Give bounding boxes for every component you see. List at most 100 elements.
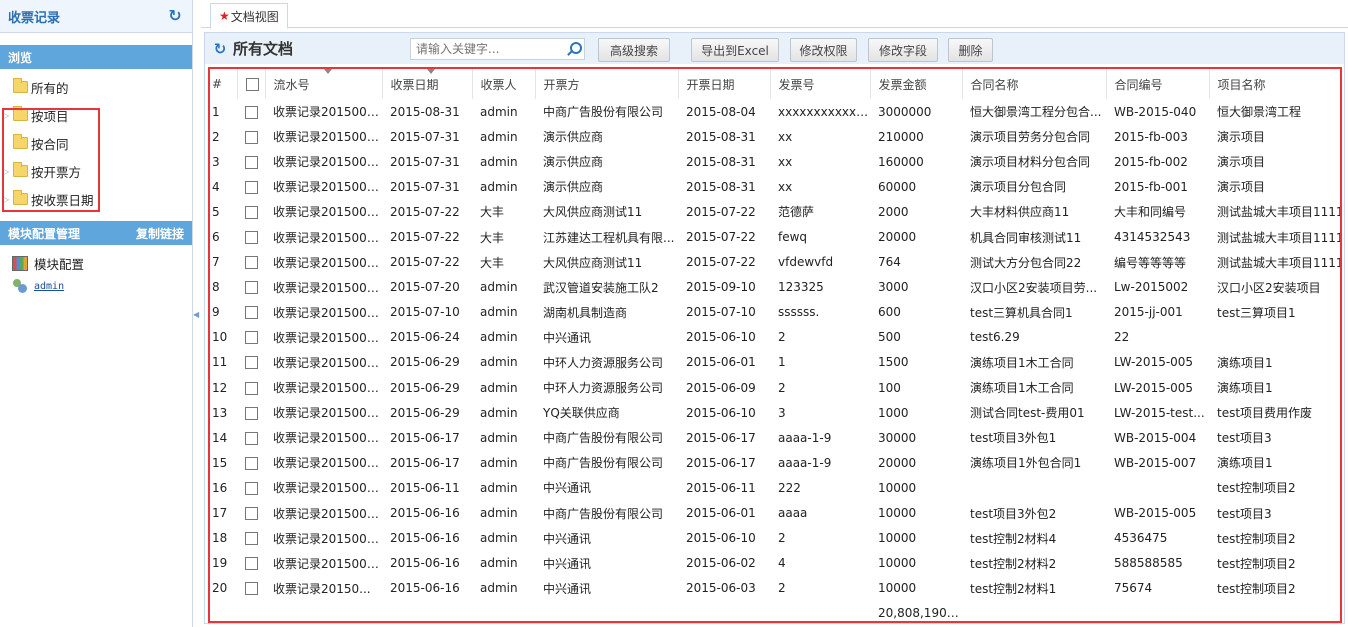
row-checkbox[interactable]: [245, 356, 258, 370]
col-invoice-no-header[interactable]: 发票号: [770, 69, 871, 99]
search-icon[interactable]: [565, 41, 582, 57]
table-row[interactable]: 12 收票记录20150054 2015-06-29 admin 中环人力资源服务公司 2…: [210, 375, 1340, 400]
table-row[interactable]: 16 收票记录20150050 2015-06-11 admin 中兴通讯 2015-06…: [210, 475, 1340, 500]
col-index-cell: 3: [212, 154, 220, 169]
refresh-icon[interactable]: ↻: [166, 7, 184, 25]
row-checkbox[interactable]: [245, 205, 258, 219]
table-row[interactable]: 4 收票记录20150062 2015-07-31 admin 演示供应商 2015-08…: [210, 174, 1340, 199]
row-checkbox[interactable]: [245, 130, 258, 144]
table-row[interactable]: 6 收票记录20150060 2015-07-22 大丰 江苏建达工程机具有限... 20…: [210, 224, 1340, 249]
col-select-header[interactable]: [237, 69, 266, 99]
col-serial-cell: 收票记录20150047: [273, 556, 382, 571]
row-checkbox[interactable]: [245, 406, 258, 420]
table-row[interactable]: 17 收票记录20150049 2015-06-16 admin 中商广告股份有限公司 2…: [210, 501, 1340, 526]
select-all-checkbox[interactable]: [245, 78, 259, 91]
admin-user-item[interactable]: admin: [0, 275, 192, 297]
table-row[interactable]: 11 收票记录20150055 2015-06-29 admin 中环人力资源服务公司 2…: [210, 350, 1340, 375]
row-checkbox[interactable]: [245, 306, 258, 320]
row-checkbox[interactable]: [245, 481, 258, 495]
table-row[interactable]: 10 收票记录20150056 2015-06-24 admin 中兴通讯 2015-06…: [210, 325, 1340, 350]
tree-item-label: 按开票方: [31, 164, 82, 180]
export-excel-button[interactable]: 导出到Excel: [691, 38, 779, 62]
table-row[interactable]: 3 收票记录20150063 2015-07-31 admin 演示供应商 2015-08…: [210, 149, 1340, 174]
row-checkbox[interactable]: [245, 507, 258, 521]
col-issuer-cell: 中商广告股份有限公司: [543, 105, 664, 120]
col-index-cell: 19: [212, 556, 228, 571]
table-row[interactable]: 13 收票记录20150053 2015-06-29 admin YQ关联供应商 2015…: [210, 400, 1340, 425]
row-checkbox[interactable]: [245, 155, 258, 169]
col-issue-date-header[interactable]: 开票日期: [678, 69, 771, 99]
module-config-label: 模块配置: [34, 256, 85, 272]
col-receiver-cell: admin: [480, 556, 518, 571]
edit-field-button[interactable]: 修改字段: [868, 38, 938, 62]
expand-arrow-icon[interactable]: ▷: [3, 111, 13, 120]
col-project-name-cell: test控制项目2: [1217, 556, 1296, 571]
row-checkbox[interactable]: [245, 331, 258, 345]
table-row[interactable]: 19 收票记录20150047 2015-06-16 admin 中兴通讯 2015-06…: [210, 551, 1340, 576]
tree-item[interactable]: ▷ 按项目: [0, 101, 192, 129]
row-checkbox[interactable]: [245, 532, 258, 546]
row-checkbox[interactable]: [245, 381, 258, 395]
col-contract-no-cell: Lw-2015002: [1114, 280, 1189, 295]
col-project-name-cell: 汉口小区2安装项目: [1217, 280, 1321, 295]
tree-item[interactable]: 所有的: [0, 73, 192, 101]
table-row[interactable]: 15 收票记录20150051 2015-06-17 admin 中商广告股份有限公司 2…: [210, 450, 1340, 475]
col-amount-header[interactable]: 发票金额: [870, 69, 963, 99]
row-checkbox[interactable]: [245, 582, 258, 596]
reload-icon[interactable]: ↻: [211, 40, 229, 58]
tree-item[interactable]: 按合同: [0, 129, 192, 157]
table-row[interactable]: 18 收票记录20150048 2015-06-16 admin 中兴通讯 2015-06…: [210, 526, 1340, 551]
advanced-search-button[interactable]: 高级搜索: [598, 38, 670, 62]
edit-permission-button[interactable]: 修改权限: [790, 38, 857, 62]
table-header-row: # 流水号 收票日期 收票人 开票方 开票日期 发票号 发票金额 合同名称 合同编号 项目名称: [210, 69, 1340, 99]
col-project-name-header[interactable]: 项目名称: [1209, 69, 1340, 99]
row-checkbox[interactable]: [245, 431, 258, 445]
table-row[interactable]: 1 收票记录20150065 2015-08-31 admin 中商广告股份有限公司 20…: [210, 99, 1340, 124]
collapse-left-icon[interactable]: ◀: [193, 305, 200, 325]
table-row[interactable]: 8 收票记录20150058 2015-07-20 admin 武汉管道安装施工队2 20…: [210, 275, 1340, 300]
total-row-empty-cell: [1209, 601, 1340, 621]
tree-item-label: 所有的: [31, 80, 69, 96]
total-row-empty-cell: [382, 601, 472, 621]
col-contract-no-header[interactable]: 合同编号: [1106, 69, 1210, 99]
table-row[interactable]: 7 收票记录20150059 2015-07-22 大丰 大风供应商测试11 2015-0…: [210, 250, 1340, 275]
col-contract-name-header[interactable]: 合同名称: [962, 69, 1107, 99]
tree-item[interactable]: ▷ 按收票日期: [0, 185, 192, 213]
row-checkbox[interactable]: [245, 557, 258, 571]
module-config-item[interactable]: 模块配置: [0, 251, 192, 275]
row-checkbox[interactable]: [245, 105, 258, 119]
table-row[interactable]: 5 收票记录20150061 2015-07-22 大丰 大风供应商测试11 2015-0…: [210, 199, 1340, 224]
col-issuer-header[interactable]: 开票方: [535, 69, 679, 99]
table-row[interactable]: 2 收票记录20150064 2015-07-31 admin 演示供应商 2015-08…: [210, 124, 1340, 149]
row-select-cell: [237, 526, 265, 551]
col-contract-no-cell: 2015-jj-001: [1114, 305, 1183, 320]
col-amount-cell: 10000: [878, 581, 917, 596]
col-index-header[interactable]: #: [210, 69, 238, 99]
row-checkbox[interactable]: [245, 180, 258, 194]
tree-item[interactable]: ▷ 按开票方: [0, 157, 192, 185]
table-row[interactable]: 14 收票记录20150052 2015-06-17 admin 中商广告股份有限公司 2…: [210, 425, 1340, 450]
col-receiver-header[interactable]: 收票人: [472, 69, 536, 99]
col-issue-date-cell: 2015-08-04: [686, 104, 756, 119]
col-issue-date-cell: 2015-06-01: [686, 506, 756, 521]
col-invoice-no-cell: fewq: [778, 230, 808, 245]
expand-arrow-icon[interactable]: ▷: [3, 167, 13, 176]
row-checkbox[interactable]: [245, 231, 258, 245]
col-issue-date-cell: 2015-06-09: [686, 380, 756, 395]
total-row-empty-cell: [770, 601, 870, 621]
col-index-cell: 10: [212, 330, 228, 345]
row-checkbox[interactable]: [245, 256, 258, 270]
col-serial-header[interactable]: 流水号: [265, 69, 383, 99]
row-checkbox[interactable]: [245, 281, 258, 295]
tab-document-view[interactable]: ★ 文档视图: [210, 3, 288, 29]
search-input[interactable]: [411, 39, 561, 59]
admin-link[interactable]: admin: [34, 281, 64, 292]
row-checkbox[interactable]: [245, 456, 258, 470]
col-receive-date-header[interactable]: 收票日期: [382, 69, 473, 99]
expand-arrow-icon[interactable]: ▷: [3, 195, 13, 204]
table-row[interactable]: 20 收票记录20150... 2015-06-16 admin 中兴通讯 2015-06…: [210, 576, 1340, 601]
delete-button[interactable]: 删除: [948, 38, 993, 62]
col-issue-date-cell: 2015-06-01: [686, 355, 756, 370]
copy-link-button[interactable]: 复制链接: [136, 225, 184, 242]
table-row[interactable]: 9 收票记录20150057 2015-07-10 admin 湖南机具制造商 2015-…: [210, 300, 1340, 325]
